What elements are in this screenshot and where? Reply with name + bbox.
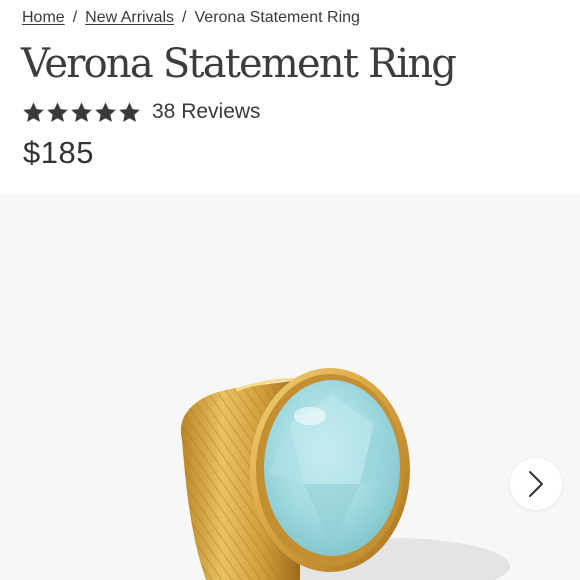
breadcrumb-home-link[interactable]: Home: [22, 9, 65, 26]
breadcrumb-new-arrivals-link[interactable]: New Arrivals: [85, 9, 174, 26]
star-icon: [119, 102, 140, 122]
product-title: Verona Statement Ring: [21, 41, 457, 87]
breadcrumb-current-page: Verona Statement Ring: [194, 9, 360, 26]
next-image-button[interactable]: [510, 458, 562, 510]
chevron-right-icon: [529, 471, 543, 497]
reviews-count-link[interactable]: 38 Reviews: [152, 100, 261, 124]
breadcrumb-separator: /: [182, 9, 187, 26]
product-page: Home / New Arrivals / Verona Statement Ring …: [0, 0, 580, 580]
ring-with-blue-stone-icon: [180, 368, 510, 580]
product-rating[interactable]: 38 Reviews: [22, 98, 261, 126]
product-image-gallery[interactable]: [0, 194, 580, 580]
star-icon: [95, 102, 116, 122]
star-icon: [47, 102, 68, 122]
star-icon: [71, 102, 92, 122]
star-icon: [23, 102, 44, 122]
breadcrumb: Home / New Arrivals / Verona Statement Ring: [22, 8, 360, 28]
star-rating: [22, 101, 141, 124]
breadcrumb-separator: /: [72, 9, 78, 26]
product-price: $185: [23, 135, 94, 170]
